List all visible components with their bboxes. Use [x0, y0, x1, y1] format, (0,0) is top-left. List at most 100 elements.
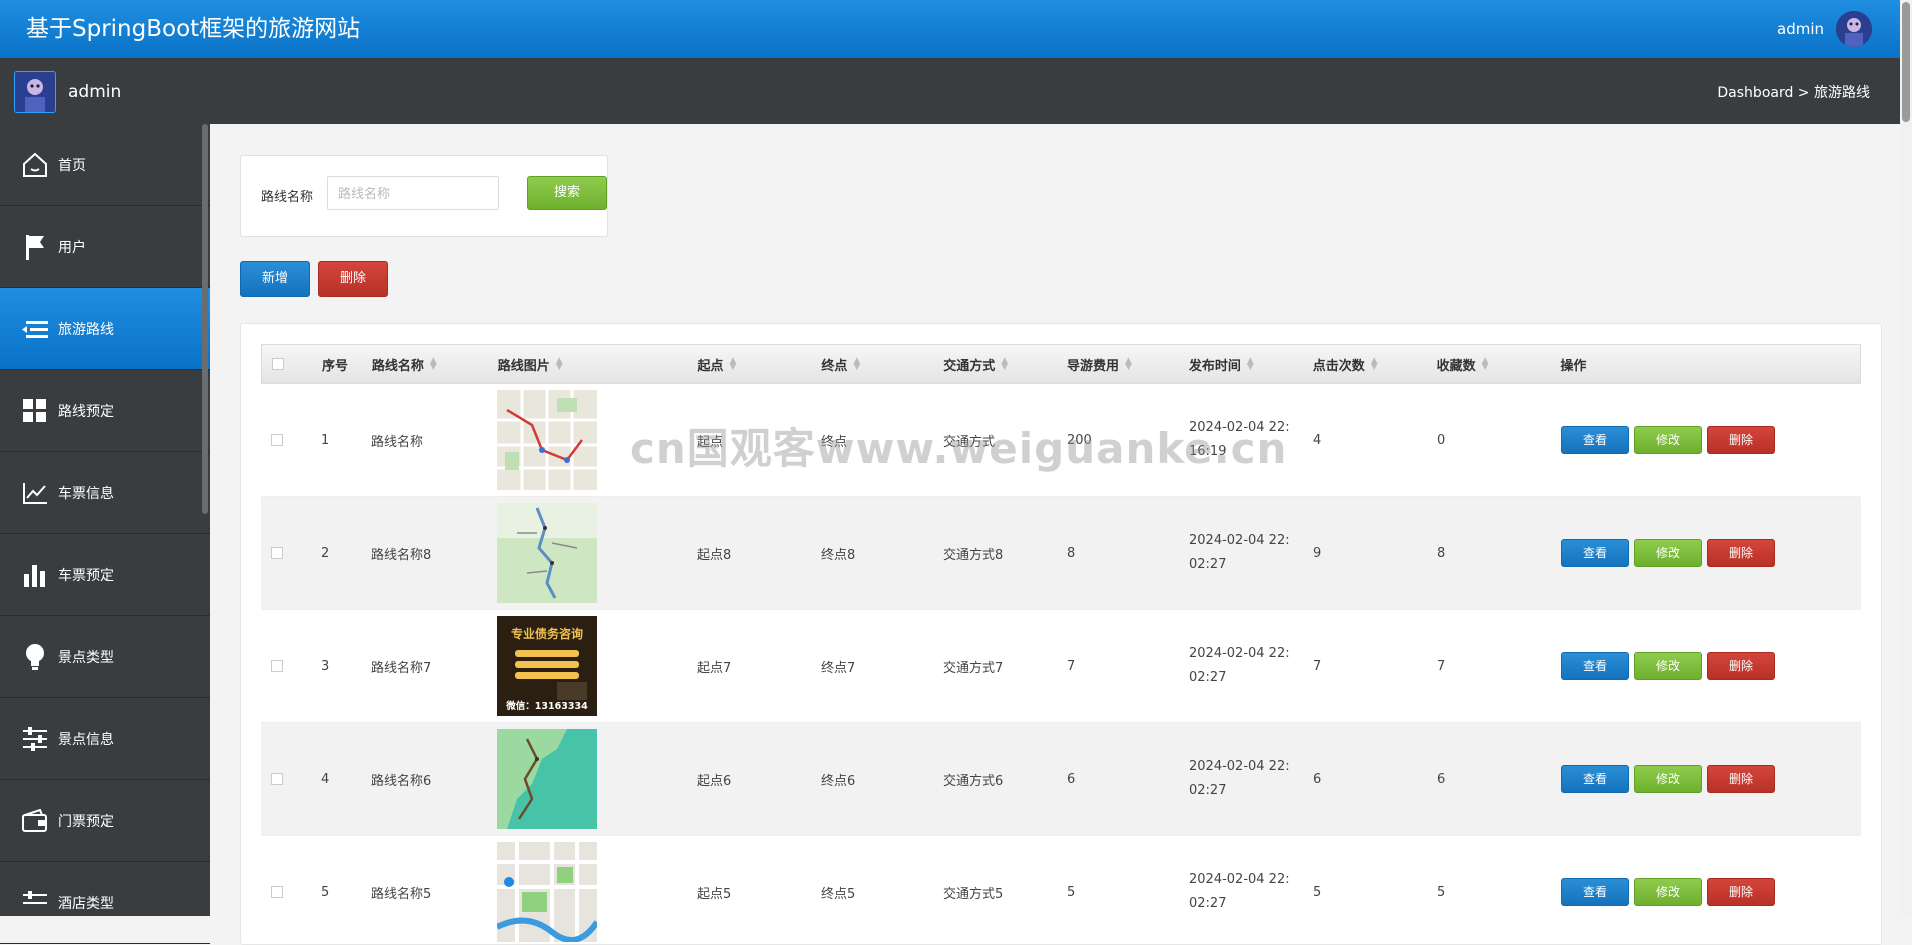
breadcrumb: Dashboard > 旅游路线 — [1717, 85, 1870, 101]
search-label: 路线名称 — [261, 190, 314, 205]
column-header-sortable[interactable]: 路线名称 ▲ ▼ — [362, 355, 488, 374]
row-checkbox[interactable] — [271, 773, 283, 785]
edit-button[interactable]: 修改 — [1634, 539, 1702, 567]
column-header-sortable[interactable]: 发布时间 ▲ ▼ — [1179, 355, 1303, 374]
cell-clicks: 6 — [1313, 771, 1322, 787]
sidebar-item-label: 车票信息 — [58, 485, 114, 502]
cell-time: 16:19 — [1189, 444, 1227, 459]
route-image[interactable]: 专业债务咨询微信：13163334 — [497, 616, 597, 716]
row-checkbox[interactable] — [271, 547, 283, 559]
header-user-menu[interactable]: admin — [1777, 11, 1872, 47]
route-image[interactable] — [497, 842, 597, 942]
sidebar-item-ticket-order[interactable]: 门票预定 — [0, 780, 210, 862]
view-button[interactable]: 查看 — [1561, 878, 1629, 906]
cell-end: 终点5 — [821, 886, 856, 902]
sidebar-item-label: 用户 — [58, 239, 86, 256]
route-image[interactable] — [497, 729, 597, 829]
cell-name: 路线名称8 — [371, 547, 432, 563]
avatar[interactable] — [1836, 11, 1872, 47]
cell-transport: 交通方式6 — [943, 773, 1004, 789]
sidebar-item-label: 路线预定 — [58, 403, 114, 420]
cell-start: 起点 — [697, 434, 724, 450]
cell-fee: 8 — [1067, 545, 1076, 561]
sidebar-item-scenic-info[interactable]: 景点信息 — [0, 698, 210, 780]
delete-button[interactable]: 删除 — [1707, 426, 1775, 454]
sidebar-item-tickets[interactable]: 车票信息 — [0, 452, 210, 534]
table-row: 4 路线名称6 起点6 终点6 交通方式6 6 2024-02-04 22: 02… — [261, 723, 1861, 836]
sort-icon: ▲ ▼ — [1125, 356, 1132, 372]
view-button[interactable]: 查看 — [1561, 652, 1629, 680]
search-input[interactable] — [327, 176, 499, 210]
search-panel: 路线名称 搜索 — [240, 155, 608, 237]
sidebar-item-label: 门票预定 — [58, 813, 114, 830]
view-button[interactable]: 查看 — [1561, 539, 1629, 567]
column-header-sortable[interactable]: 终点 ▲ ▼ — [811, 355, 933, 374]
scrollbar-thumb[interactable] — [1902, 2, 1910, 122]
table-panel: 序号 路线名称 ▲ ▼ 路线图片 ▲ ▼ 起点 ▲ ▼ 终点 ▲ ▼ 交通方式 ▲ ▼ 导游费用 ▲ ▼… — [240, 323, 1882, 945]
user-avatar — [14, 71, 56, 113]
column-header-sortable[interactable]: 导游费用 ▲ ▼ — [1057, 355, 1179, 374]
edit-button[interactable]: 修改 — [1634, 652, 1702, 680]
cell-index: 4 — [321, 771, 330, 787]
sidebar-item-label: 酒店类型 — [58, 895, 114, 912]
sidebar-item-home[interactable]: 首页 — [0, 124, 210, 206]
cell-index: 2 — [321, 545, 330, 561]
cell-fee: 6 — [1067, 771, 1076, 787]
add-button[interactable]: 新增 — [240, 261, 310, 297]
row-checkbox[interactable] — [271, 434, 283, 446]
delete-button[interactable]: 删除 — [1707, 765, 1775, 793]
sidebar-scrollbar[interactable] — [202, 124, 208, 514]
cell-end: 终点 — [821, 434, 848, 450]
cell-transport: 交通方式5 — [943, 886, 1004, 902]
sidebar-item-scenic-types[interactable]: 景点类型 — [0, 616, 210, 698]
select-all-checkbox[interactable] — [272, 358, 284, 370]
table-row: 3 路线名称7 专业债务咨询 微信：13163334 起点7 终点7 交通方式7 … — [261, 610, 1861, 723]
cell-end: 终点8 — [821, 547, 856, 563]
route-image[interactable] — [497, 390, 597, 490]
column-header-sortable[interactable]: 交通方式 ▲ ▼ — [933, 355, 1057, 374]
edit-button[interactable]: 修改 — [1634, 878, 1702, 906]
row-checkbox[interactable] — [271, 660, 283, 672]
wallet-icon — [20, 806, 50, 836]
page-scrollbar[interactable] — [1900, 0, 1912, 916]
view-button[interactable]: 查看 — [1561, 765, 1629, 793]
delete-button[interactable]: 删除 — [1707, 652, 1775, 680]
table-header: 序号 路线名称 ▲ ▼ 路线图片 ▲ ▼ 起点 ▲ ▼ 终点 ▲ ▼ 交通方式 ▲ ▼ 导游费用 ▲ ▼… — [261, 344, 1861, 384]
sort-icon: ▲ ▼ — [1001, 356, 1009, 372]
batch-delete-button[interactable]: 删除 — [318, 261, 388, 297]
search-button[interactable]: 搜索 — [527, 176, 607, 210]
routes-table: 序号 路线名称 ▲ ▼ 路线图片 ▲ ▼ 起点 ▲ ▼ 终点 ▲ ▼ 交通方式 ▲ ▼ 导游费用 ▲ ▼… — [261, 344, 1861, 944]
bar-chart-icon — [20, 560, 50, 590]
sidebar-item-route-booking[interactable]: 路线预定 — [0, 370, 210, 452]
delete-button[interactable]: 删除 — [1707, 539, 1775, 567]
column-header-sortable[interactable]: 点击次数 ▲ ▼ — [1303, 355, 1427, 374]
cell-start: 起点5 — [697, 886, 732, 902]
delete-button[interactable]: 删除 — [1707, 878, 1775, 906]
edit-button[interactable]: 修改 — [1634, 426, 1702, 454]
sort-icon: ▲ ▼ — [853, 356, 861, 372]
cell-start: 起点8 — [697, 547, 732, 563]
sidebar-item-label: 景点类型 — [58, 649, 114, 666]
sidebar-item-routes[interactable]: 旅游路线 — [0, 288, 210, 370]
column-header-sortable[interactable]: 收藏数 ▲ ▼ — [1427, 355, 1551, 374]
cell-transport: 交通方式 — [943, 434, 996, 450]
cell-transport: 交通方式7 — [943, 660, 1004, 676]
cell-clicks: 9 — [1313, 545, 1322, 561]
cell-time: 02:27 — [1189, 896, 1227, 911]
flag-icon — [20, 232, 50, 262]
view-button[interactable]: 查看 — [1561, 426, 1629, 454]
route-image[interactable] — [497, 503, 597, 603]
row-checkbox[interactable] — [271, 886, 283, 898]
sidebar-item-hotel-types[interactable]: 酒店类型 — [0, 862, 210, 944]
edit-button[interactable]: 修改 — [1634, 765, 1702, 793]
sort-icon: ▲ ▼ — [729, 356, 737, 372]
sidebar-item-ticket-booking[interactable]: 车票预定 — [0, 534, 210, 616]
sidebar-item-users[interactable]: 用户 — [0, 206, 210, 288]
poster-contact: 微信：13163334 — [505, 700, 588, 712]
column-header-sortable[interactable]: 起点 ▲ ▼ — [688, 355, 812, 374]
list-icon — [20, 314, 50, 344]
cell-date: 2024-02-04 22: — [1189, 759, 1290, 774]
cell-favorites: 8 — [1437, 545, 1446, 561]
column-header-sortable[interactable]: 路线图片 ▲ ▼ — [488, 355, 688, 374]
chart-line-icon — [20, 478, 50, 508]
